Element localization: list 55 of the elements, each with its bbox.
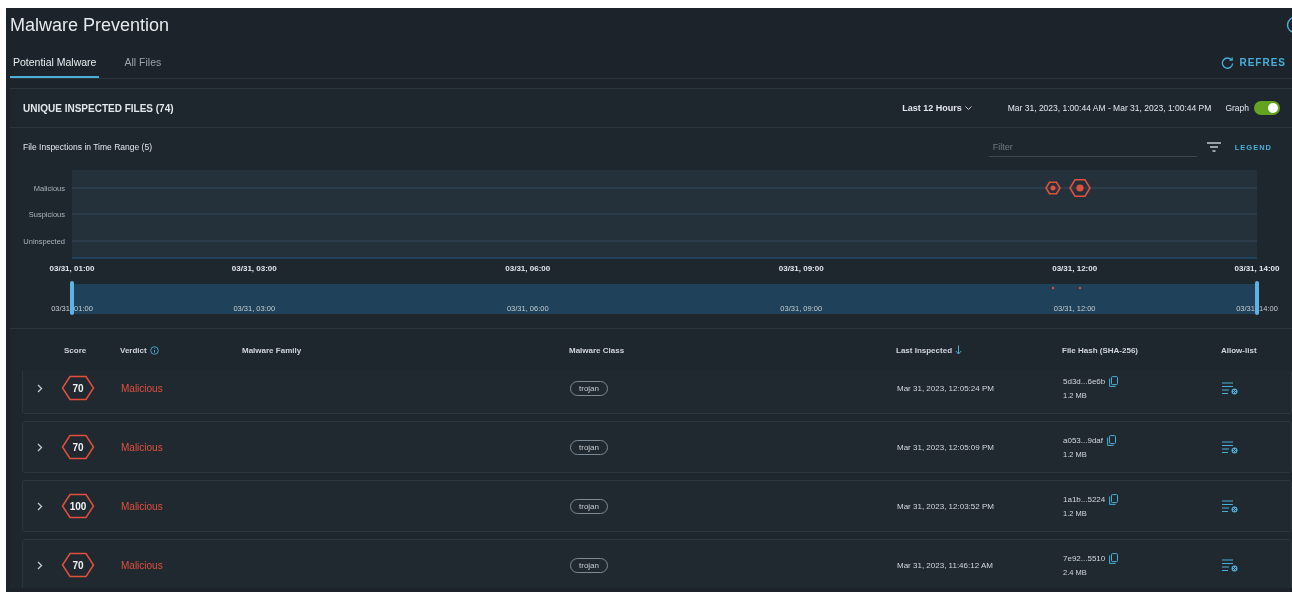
column-header: Verdict xyxy=(120,345,147,355)
refresh-button[interactable]: REFRES xyxy=(1215,55,1292,78)
file-hash: 7e92...5510 xyxy=(1063,554,1106,563)
event-dot xyxy=(1078,286,1082,290)
caret-icon[interactable] xyxy=(964,105,972,111)
copy-icon[interactable] xyxy=(1107,435,1117,446)
time-range-dropdown[interactable]: Last 12 Hours xyxy=(896,102,978,114)
verdict-text: Malicious xyxy=(121,441,164,453)
filter-field[interactable]: Filter xyxy=(988,137,1197,157)
score-badge: 100 xyxy=(61,493,95,519)
x-axis-label: 03/31, 12:00 xyxy=(1052,264,1098,273)
column-header: Malware Class xyxy=(569,345,625,355)
chart-title: File Inspections in Time Range (5) xyxy=(23,142,153,152)
x-axis-label: 03/31, 01:00 xyxy=(49,264,95,273)
event-dot xyxy=(1051,286,1055,290)
x-axis-label: 03/31, 06:00 xyxy=(505,264,551,273)
file-hash: 5d3d...6e6b xyxy=(1063,377,1106,386)
inspected-date: Mar 31, 2023, 11:46:12 AM xyxy=(897,560,994,570)
tab[interactable]: All Files xyxy=(121,56,165,78)
malware-marker[interactable] xyxy=(1069,178,1091,198)
page-title: Malware Prevention xyxy=(10,14,170,36)
verdict-text: Malicious xyxy=(121,559,164,571)
column-header: Allow-list xyxy=(1221,345,1257,355)
score-badge: 70 xyxy=(61,375,95,401)
toggle-label: Graph xyxy=(1225,103,1249,113)
copy-icon[interactable] xyxy=(1109,553,1119,564)
column-header[interactable]: Last Inspected xyxy=(896,345,952,355)
section-title: UNIQUE INSPECTED FILES (74) xyxy=(23,102,175,114)
column-header: Score xyxy=(64,345,87,355)
info-icon[interactable] xyxy=(149,345,159,355)
tab[interactable]: Potential Malware xyxy=(10,56,100,78)
file-hash: 1a1b...5224 xyxy=(1063,495,1106,504)
range-handle[interactable] xyxy=(1255,281,1259,315)
copy-icon[interactable] xyxy=(1109,376,1119,387)
x-axis-label: 03/31, 14:00 xyxy=(1234,264,1280,273)
column-header: File Hash (SHA-256) xyxy=(1062,345,1139,355)
malware-marker[interactable] xyxy=(1045,181,1061,195)
sort-arrow-icon[interactable] xyxy=(955,345,962,355)
file-hash: a053...9daf xyxy=(1063,436,1104,445)
verdict-text: Malicious xyxy=(121,500,164,512)
column-header: Malware Family xyxy=(242,345,302,355)
inspected-date: Mar 31, 2023, 12:05:09 PM xyxy=(897,442,995,452)
inspected-date: Mar 31, 2023, 12:03:52 PM xyxy=(897,501,995,511)
copy-icon[interactable] xyxy=(1109,494,1119,505)
x-axis-label: 03/31, 03:00 xyxy=(231,264,277,273)
graph-toggle[interactable] xyxy=(1254,101,1280,115)
score-badge: 70 xyxy=(61,552,95,578)
date-range: Mar 31, 2023, 1:00:44 AM - Mar 31, 2023, 1:00:44 PM xyxy=(1007,103,1212,113)
inspected-date: Mar 31, 2023, 12:05:24 PM xyxy=(897,383,995,393)
range-handle[interactable] xyxy=(70,281,74,315)
score-badge: 70 xyxy=(61,434,95,460)
refresh-icon[interactable] xyxy=(1221,56,1235,69)
verdict-text: Malicious xyxy=(121,382,164,394)
x-axis-label: 03/31, 09:00 xyxy=(778,264,824,273)
filter-icon[interactable] xyxy=(1206,142,1221,152)
